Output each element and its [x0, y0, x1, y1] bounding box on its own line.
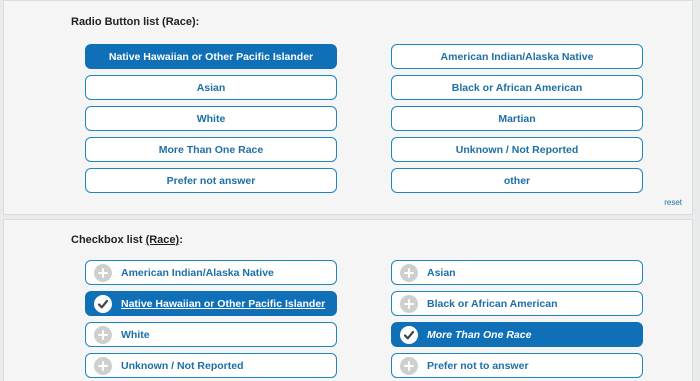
checkbox-option-label: Black or African American	[427, 297, 558, 310]
plus-icon	[94, 325, 112, 344]
radio-option[interactable]: American Indian/Alaska Native	[391, 44, 643, 69]
checkbox-options-grid: American Indian/Alaska Native Asian Nati…	[85, 260, 645, 378]
checkbox-title-prefix: Checkbox list	[71, 234, 146, 246]
radio-option-label: More Than One Race	[158, 143, 264, 156]
radio-option-label: other	[503, 174, 531, 187]
radio-options-grid: Native Hawaiian or Other Pacific Islande…	[85, 44, 645, 193]
radio-option[interactable]: Martian	[391, 106, 643, 131]
checkbox-option[interactable]: Native Hawaiian or Other Pacific Islande…	[85, 291, 337, 316]
checkbox-title-suffix: :	[179, 234, 183, 246]
checkbox-section-title: Checkbox list (Race):	[71, 234, 183, 246]
reset-link[interactable]: reset	[664, 198, 682, 207]
checkbox-option-label: Prefer not to answer	[427, 359, 529, 372]
radio-option[interactable]: Asian	[85, 75, 337, 100]
radio-option[interactable]: other	[391, 168, 643, 193]
radio-option-label: Prefer not answer	[166, 174, 256, 187]
radio-panel: Radio Button list (Race): Native Hawaiia…	[3, 0, 693, 215]
radio-option-label: Native Hawaiian or Other Pacific Islande…	[108, 50, 314, 63]
checkbox-option-label: American Indian/Alaska Native	[121, 266, 274, 279]
radio-option-label: Black or African American	[451, 81, 583, 94]
plus-icon	[94, 356, 112, 375]
checkbox-option[interactable]: More Than One Race	[391, 322, 643, 347]
radio-option-label: Asian	[196, 81, 226, 94]
checkbox-option[interactable]: Unknown / Not Reported	[85, 353, 337, 378]
radio-option[interactable]: Prefer not answer	[85, 168, 337, 193]
radio-option-label: Unknown / Not Reported	[455, 143, 579, 156]
checkbox-panel: Checkbox list (Race): American Indian/Al…	[3, 219, 693, 381]
radio-option[interactable]: Black or African American	[391, 75, 643, 100]
plus-icon	[400, 356, 418, 375]
checkbox-option[interactable]: American Indian/Alaska Native	[85, 260, 337, 285]
plus-icon	[400, 294, 418, 313]
plus-icon	[94, 263, 112, 282]
check-icon	[94, 294, 112, 313]
race-help-link[interactable]: (Race)	[146, 234, 180, 246]
radio-option[interactable]: Native Hawaiian or Other Pacific Islande…	[85, 44, 337, 69]
radio-option-label: White	[196, 112, 226, 125]
checkbox-option[interactable]: Asian	[391, 260, 643, 285]
checkbox-option[interactable]: Prefer not to answer	[391, 353, 643, 378]
checkbox-option-label: White	[121, 328, 150, 341]
check-icon	[400, 325, 418, 344]
checkbox-option-label: Asian	[427, 266, 456, 279]
radio-option[interactable]: White	[85, 106, 337, 131]
checkbox-option-label: More Than One Race	[427, 328, 532, 341]
radio-option[interactable]: Unknown / Not Reported	[391, 137, 643, 162]
radio-option-label: Martian	[498, 112, 536, 125]
plus-icon	[400, 263, 418, 282]
radio-section-title: Radio Button list (Race):	[71, 16, 200, 28]
checkbox-option-label: Unknown / Not Reported	[121, 359, 244, 372]
checkbox-option-label: Native Hawaiian or Other Pacific Islande…	[121, 297, 326, 310]
checkbox-option[interactable]: White	[85, 322, 337, 347]
radio-option[interactable]: More Than One Race	[85, 137, 337, 162]
radio-option-label: American Indian/Alaska Native	[440, 50, 594, 63]
checkbox-option[interactable]: Black or African American	[391, 291, 643, 316]
